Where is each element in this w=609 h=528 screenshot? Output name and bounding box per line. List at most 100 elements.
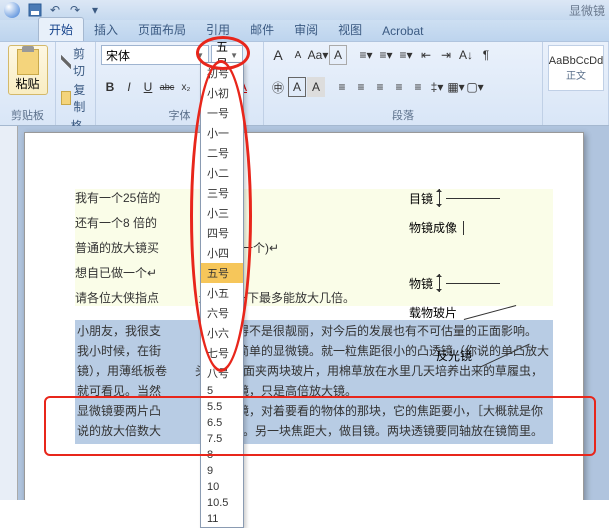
show-marks-button[interactable]: ¶	[477, 45, 495, 65]
diagram-objective-label: 物镜	[409, 275, 433, 292]
size-option[interactable]: 10.5	[201, 495, 243, 511]
office-orb[interactable]	[4, 2, 20, 18]
size-option[interactable]: 八号	[201, 363, 243, 383]
size-option[interactable]: 7.5	[201, 431, 243, 447]
chevron-down-icon: ▼	[196, 51, 204, 60]
size-option[interactable]: 5.5	[201, 399, 243, 415]
sel-5b: 个叫物镜，对着要看的物体的那块，它的焦距要小，［大概就是你	[201, 404, 543, 418]
borders-button[interactable]: ▢▾	[466, 77, 484, 97]
align-center-button[interactable]: ≡	[352, 77, 370, 97]
align-distribute-button[interactable]: ≡	[409, 77, 427, 97]
microscope-diagram: 目镜 物镜成像 物镜 载物玻片 反光镜	[409, 189, 559, 376]
size-option[interactable]: 六号	[201, 303, 243, 323]
size-option[interactable]: 8	[201, 447, 243, 463]
line-spacing-button[interactable]: ‡▾	[428, 77, 446, 97]
sel-4a: 就可看见。当然	[77, 384, 161, 398]
para-3a: 普通的放大镜买	[75, 241, 159, 255]
group-paragraph-label: 段落	[269, 106, 537, 124]
cut-label: 剪切	[73, 45, 90, 79]
window-title: 显微镜	[569, 2, 605, 19]
copy-button[interactable]: 复制	[61, 81, 90, 115]
para-1: 我有一个25倍的	[75, 191, 160, 205]
size-option[interactable]: 二号	[201, 143, 243, 163]
style-name: 正文	[566, 67, 586, 82]
size-option[interactable]: 小四	[201, 243, 243, 263]
underline-button[interactable]: U	[139, 77, 157, 97]
copy-icon	[61, 91, 71, 105]
style-preview-text: AaBbCcDd	[549, 55, 603, 67]
vertical-ruler[interactable]	[0, 126, 18, 500]
tab-6[interactable]: 视图	[328, 18, 372, 41]
diagram-image-label: 物镜成像	[409, 219, 457, 236]
tab-0[interactable]: 开始	[38, 17, 84, 41]
sel-3a: 镜），用薄纸板卷	[77, 364, 167, 378]
align-justify-button[interactable]: ≡	[390, 77, 408, 97]
sel-2a: 我小时候，在街	[77, 344, 161, 358]
diagram-slide-label: 载物玻片	[409, 304, 457, 321]
phonetic-button[interactable]: ㊥	[269, 77, 287, 97]
size-option[interactable]: 小二	[201, 163, 243, 183]
size-option[interactable]: 五号	[201, 263, 243, 283]
paste-button[interactable]: 粘贴	[8, 45, 48, 95]
group-clipboard-label: 剪贴板	[5, 106, 50, 124]
grow-font-button[interactable]: A	[269, 45, 287, 65]
para-4: 想自已做一个↵	[75, 266, 157, 280]
size-option[interactable]: 6.5	[201, 415, 243, 431]
qat-more-icon[interactable]: ▾	[86, 1, 104, 19]
multilevel-button[interactable]: ≡▾	[397, 45, 415, 65]
scissors-icon	[61, 55, 71, 69]
font-size-dropdown[interactable]: 初号小初一号小一二号小二三号小三四号小四五号小五六号小六七号八号55.56.57…	[200, 62, 244, 528]
diagram-mirror-label: 反光镜	[436, 347, 472, 364]
strike-button[interactable]: abc	[158, 77, 176, 97]
document-page[interactable]: 我有一个25倍的 还有一个8 倍的镜 普通的放大镜买(元一个)↵ 想自已做一个↵…	[24, 132, 584, 500]
para-2a: 还有一个8 倍的	[75, 216, 157, 230]
size-option[interactable]: 小三	[201, 203, 243, 223]
clear-format-button[interactable]: A	[329, 45, 347, 65]
clipboard-icon	[17, 49, 39, 75]
sel-6b: 焦距小］。另一块焦距大，做目镜。两块透镜要同轴放在镜筒里。	[201, 424, 543, 438]
font-family-select[interactable]: 宋体 ▼	[101, 45, 209, 65]
size-option[interactable]: 三号	[201, 183, 243, 203]
size-option[interactable]: 四号	[201, 223, 243, 243]
size-option[interactable]: 小初	[201, 83, 243, 103]
tab-1[interactable]: 插入	[84, 18, 128, 41]
subscript-button[interactable]: x₂	[177, 77, 195, 97]
align-right-button[interactable]: ≡	[371, 77, 389, 97]
change-case-button[interactable]: Aa▾	[309, 45, 327, 65]
cut-button[interactable]: 剪切	[61, 45, 90, 79]
font-family-value: 宋体	[106, 47, 130, 64]
indent-dec-button[interactable]: ⇤	[417, 45, 435, 65]
char-shading-button[interactable]: A	[307, 77, 325, 97]
char-border-button[interactable]: A	[288, 77, 306, 97]
paste-label: 粘贴	[15, 75, 39, 92]
tab-5[interactable]: 审阅	[284, 18, 328, 41]
size-option[interactable]: 9	[201, 463, 243, 479]
size-option[interactable]: 小一	[201, 123, 243, 143]
sel-5a: 显微镜要两片凸	[77, 404, 161, 418]
indent-inc-button[interactable]: ⇥	[437, 45, 455, 65]
sort-button[interactable]: A↓	[457, 45, 475, 65]
numbering-button[interactable]: ≡▾	[377, 45, 395, 65]
italic-button[interactable]: I	[120, 77, 138, 97]
group-styles-label	[548, 122, 603, 124]
size-option[interactable]: 一号	[201, 103, 243, 123]
size-option[interactable]: 小六	[201, 323, 243, 343]
size-option[interactable]: 七号	[201, 343, 243, 363]
tab-7[interactable]: Acrobat	[372, 21, 433, 41]
shrink-font-button[interactable]: A	[289, 45, 307, 65]
size-option[interactable]: 初号	[201, 63, 243, 83]
sel-6a: 说的放大倍数大	[77, 424, 161, 438]
size-option[interactable]: 10	[201, 479, 243, 495]
align-left-button[interactable]: ≡	[333, 77, 351, 97]
style-normal[interactable]: AaBbCcDd 正文	[548, 45, 604, 91]
bold-button[interactable]: B	[101, 77, 119, 97]
size-option[interactable]: 小五	[201, 283, 243, 303]
bullets-button[interactable]: ≡▾	[357, 45, 375, 65]
tab-4[interactable]: 邮件	[240, 18, 284, 41]
size-option[interactable]: 11	[201, 511, 243, 527]
size-option[interactable]: 5	[201, 383, 243, 399]
chevron-down-icon: ▼	[230, 51, 238, 60]
copy-label: 复制	[73, 81, 90, 115]
tab-2[interactable]: 页面布局	[128, 18, 196, 41]
shading-button[interactable]: ▦▾	[447, 77, 465, 97]
